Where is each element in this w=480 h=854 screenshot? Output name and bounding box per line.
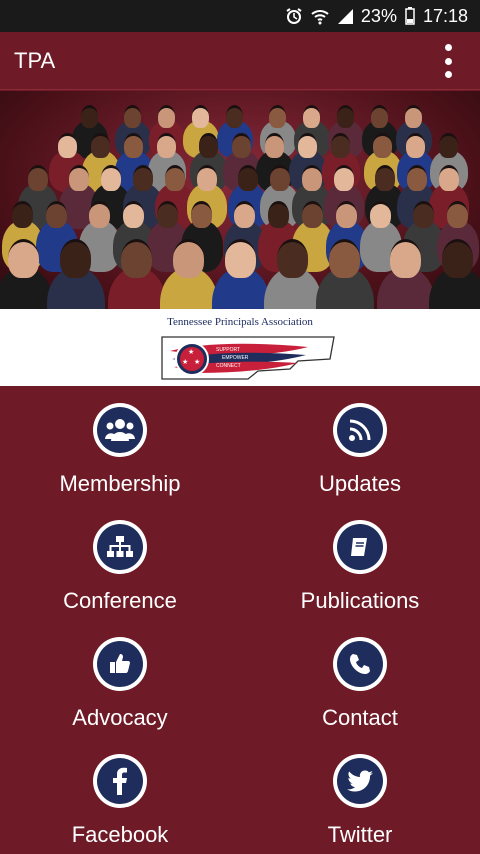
menu-label: Advocacy <box>72 705 168 730</box>
menu-grid: Membership Updates Conference Publicatio… <box>0 386 480 854</box>
menu-twitter-button[interactable]: Twitter <box>240 737 480 854</box>
menu-label: Membership <box>59 471 181 496</box>
twitter-icon <box>337 758 383 804</box>
logo-word-support: SUPPORT <box>216 347 240 353</box>
menu-label: Updates <box>319 471 401 496</box>
clock: 17:18 <box>422 5 468 26</box>
battery-icon <box>405 7 415 25</box>
facebook-icon <box>97 758 143 804</box>
menu-contact-button[interactable]: Contact <box>240 620 480 737</box>
sitemap-icon <box>97 524 143 570</box>
wifi-icon <box>311 7 329 25</box>
menu-conference-button[interactable]: Conference <box>0 503 240 620</box>
signal-icon <box>337 8 353 24</box>
app-bar: TPA <box>0 32 480 90</box>
battery-level: 23% <box>360 5 397 26</box>
menu-label: Twitter <box>327 822 393 847</box>
phone-icon <box>337 641 383 687</box>
menu-label: Facebook <box>71 822 169 847</box>
menu-label: Contact <box>322 705 398 730</box>
group-icon <box>97 407 143 453</box>
svg-text:★: ★ <box>188 348 194 356</box>
menu-label: Conference <box>63 588 177 613</box>
logo-word-connect: CONNECT <box>216 363 241 369</box>
menu-updates-button[interactable]: Updates <box>240 386 480 503</box>
svg-text:★: ★ <box>182 358 188 366</box>
app-title: TPA <box>14 47 56 73</box>
logo-word-empower: EMPOWER <box>222 355 249 361</box>
svg-text:★: ★ <box>194 358 200 366</box>
more-vertical-icon[interactable] <box>442 44 454 78</box>
menu-facebook-button[interactable]: Facebook <box>0 737 240 854</box>
logo-title: Tennessee Principals Association <box>167 316 313 328</box>
menu-label: Publications <box>300 588 420 613</box>
association-logo: Tennessee Principals Association ★ ★ ★ S… <box>0 309 480 386</box>
menu-publications-button[interactable]: Publications <box>240 503 480 620</box>
book-icon <box>337 524 383 570</box>
thumbs-up-icon <box>97 641 143 687</box>
rss-icon <box>337 407 383 453</box>
menu-advocacy-button[interactable]: Advocacy <box>0 620 240 737</box>
status-bar: 23% 17:18 <box>0 0 480 32</box>
menu-membership-button[interactable]: Membership <box>0 386 240 503</box>
group-photo <box>0 91 480 309</box>
tennessee-flag-logo: ★ ★ ★ SUPPORT EMPOWER CONNECT <box>161 336 335 380</box>
alarm-icon <box>285 7 303 25</box>
